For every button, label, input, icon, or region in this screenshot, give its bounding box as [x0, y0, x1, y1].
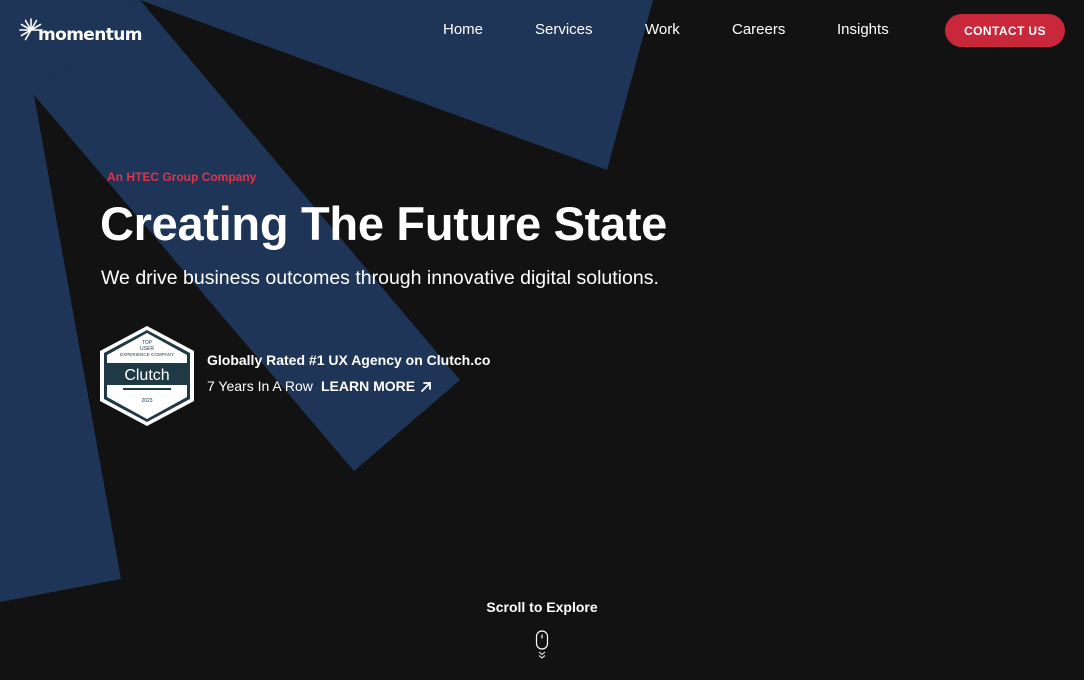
learn-more-label: LEARN MORE	[321, 378, 416, 394]
rating-subtitle: 7 Years In A Row	[207, 378, 313, 394]
badge-clutch-name: Clutch	[124, 367, 169, 384]
clutch-award-badge: TOP USER EXPERIENCE COMPANY Clutch 2023	[100, 326, 194, 426]
mouse-scroll-icon[interactable]	[534, 630, 550, 660]
hero-subheadline: We drive business outcomes through innov…	[101, 267, 659, 289]
arrow-up-right-icon	[421, 381, 432, 392]
badge-line2-text: EXPERIENCE COMPANY	[120, 352, 174, 357]
nav-link-careers[interactable]: Careers	[732, 21, 785, 38]
main-navigation: Home Services Work Careers Insights CONT…	[0, 0, 1084, 60]
hero-headline: Creating The Future State	[100, 197, 668, 250]
learn-more-link[interactable]: LEARN MORE	[321, 378, 432, 394]
nav-link-services[interactable]: Services	[535, 21, 593, 38]
badge-accent-bar	[123, 388, 171, 390]
contact-us-button[interactable]: CONTACT US	[945, 14, 1065, 47]
nav-link-work[interactable]: Work	[645, 21, 680, 38]
nav-link-home[interactable]: Home	[443, 21, 483, 38]
hero-eyebrow: An HTEC Group Company	[107, 170, 257, 184]
rating-title: Globally Rated #1 UX Agency on Clutch.co	[207, 352, 491, 368]
scroll-to-explore-label: Scroll to Explore	[486, 599, 598, 615]
nav-link-insights[interactable]: Insights	[837, 21, 889, 38]
badge-year-text: 2023	[141, 398, 152, 404]
